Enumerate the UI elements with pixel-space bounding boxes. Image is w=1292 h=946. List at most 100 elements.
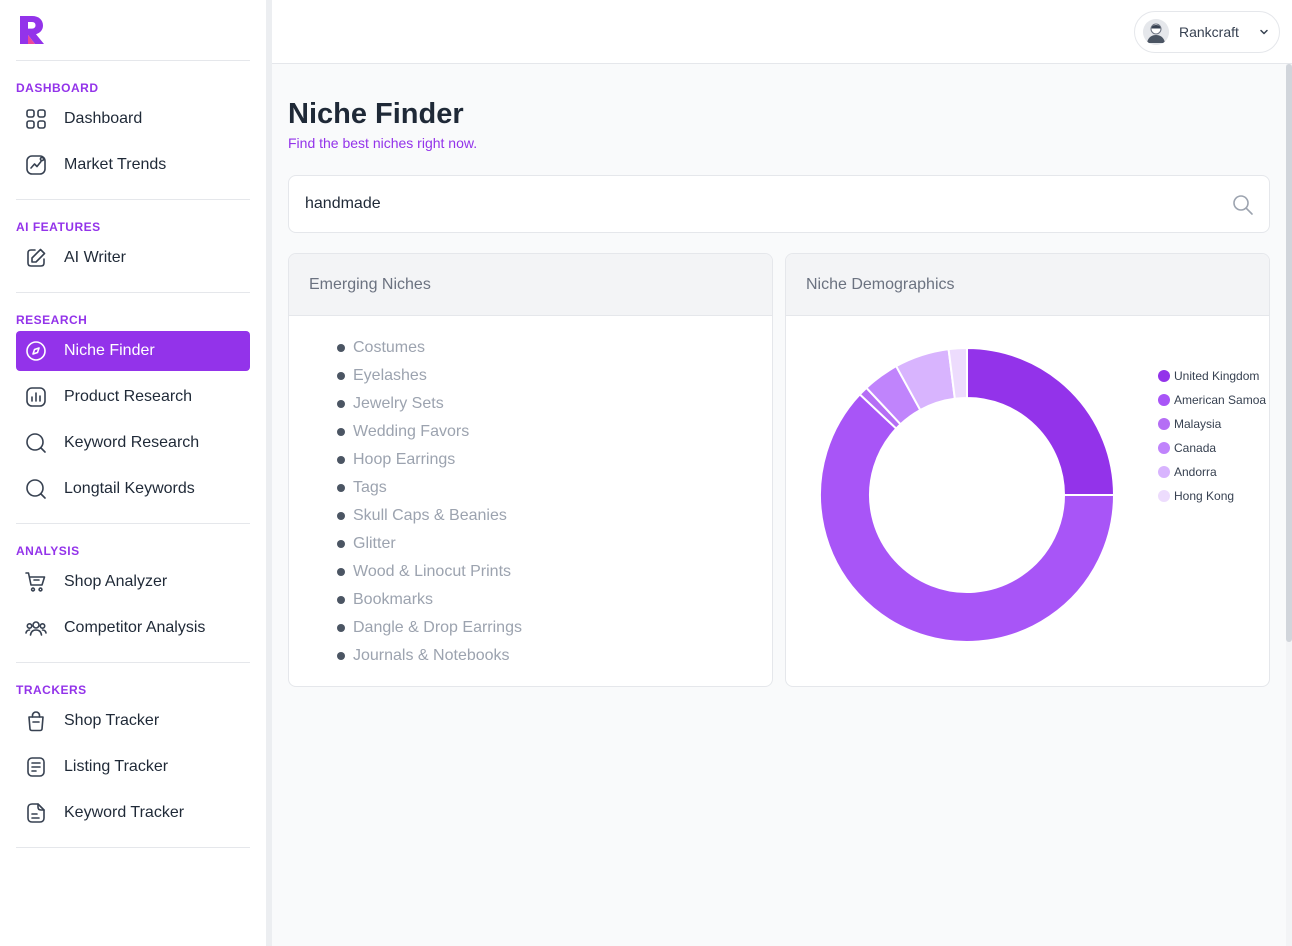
legend-item[interactable]: United Kingdom — [1158, 364, 1266, 388]
sidebar-item-niche-finder[interactable]: Niche Finder — [16, 331, 250, 371]
niche-list: Costumes Eyelashes Jewelry Sets Wedding Fav… — [289, 316, 772, 670]
chart-legend: United Kingdom American Samoa Malaysia Cana… — [1158, 364, 1266, 508]
legend-item[interactable]: Malaysia — [1158, 412, 1266, 436]
niche-list-item[interactable]: Bookmarks — [337, 586, 772, 614]
niche-list-item[interactable]: Wood & Linocut Prints — [337, 558, 772, 586]
niche-name: Journals & Notebooks — [353, 647, 510, 664]
bullet-icon — [337, 568, 345, 576]
rankcraft-logo-icon[interactable] — [19, 15, 45, 45]
sidebar-item-label: AI Writer — [64, 249, 126, 266]
legend-label: Hong Kong — [1174, 489, 1235, 503]
sidebar-item-longtail-keywords[interactable]: Longtail Keywords — [16, 469, 250, 509]
emerging-niches-card: Emerging Niches Costumes Eyelashes Jewelry… — [288, 253, 773, 687]
sidebar-item-ai-writer[interactable]: AI Writer — [16, 238, 250, 278]
users-icon — [24, 616, 48, 640]
legend-swatch — [1158, 394, 1170, 406]
legend-label: Malaysia — [1174, 417, 1222, 431]
card-title: Emerging Niches — [289, 254, 772, 316]
search-icon — [1233, 195, 1253, 215]
donut-chart — [819, 346, 1116, 643]
niche-name: Wedding Favors — [353, 423, 470, 440]
search-input[interactable] — [289, 176, 1209, 232]
trend-icon — [24, 153, 48, 177]
sidebar-item-label: Competitor Analysis — [64, 619, 206, 636]
sidebar-item-label: Niche Finder — [64, 342, 155, 359]
niche-list-item[interactable]: Eyelashes — [337, 362, 772, 390]
sidebar-item-label: Keyword Tracker — [64, 804, 185, 821]
bar-chart-icon — [24, 385, 48, 409]
main-content: Niche Finder Find the best niches right … — [272, 64, 1286, 946]
niche-name: Skull Caps & Beanies — [353, 507, 507, 524]
sidebar-item-listing-tracker[interactable]: Listing Tracker — [16, 747, 250, 787]
logo[interactable] — [16, 0, 250, 61]
search-icon — [24, 431, 48, 455]
user-avatar-icon — [1143, 19, 1169, 45]
sidebar-item-label: Keyword Research — [64, 434, 200, 451]
sidebar-section-title: DASHBOARD — [16, 81, 99, 95]
niche-list-item[interactable]: Tags — [337, 474, 772, 502]
legend-label: Andorra — [1174, 465, 1217, 479]
bullet-icon — [337, 372, 345, 380]
sidebar-section-trackers: TRACKERS Shop Tracker Listing Tracker Keywo… — [16, 663, 250, 848]
bullet-icon — [337, 512, 345, 520]
card-title: Niche Demographics — [786, 254, 1269, 316]
niche-list-item[interactable]: Costumes — [337, 334, 772, 362]
niche-list-item[interactable]: Glitter — [337, 530, 772, 558]
user-menu-button[interactable]: Rankcraft — [1134, 11, 1280, 53]
legend-item[interactable]: American Samoa — [1158, 388, 1266, 412]
niche-name: Tags — [353, 479, 387, 496]
bullet-icon — [337, 624, 345, 632]
page-title: Niche Finder — [288, 98, 464, 130]
sidebar-item-keyword-research[interactable]: Keyword Research — [16, 423, 250, 463]
legend-swatch — [1158, 466, 1170, 478]
sidebar-section-title: RESEARCH — [16, 313, 88, 327]
sidebar-item-label: Dashboard — [64, 110, 143, 127]
sidebar-item-dashboard[interactable]: Dashboard — [16, 99, 250, 139]
niche-name: Hoop Earrings — [353, 451, 456, 468]
sidebar-item-label: Listing Tracker — [64, 758, 169, 775]
sidebar-item-label: Shop Tracker — [64, 712, 160, 729]
scrollbar-thumb[interactable] — [1286, 64, 1292, 642]
niche-list-item[interactable]: Journals & Notebooks — [337, 642, 772, 670]
sidebar-section-research: RESEARCH Niche Finder Product Research Keyw… — [16, 293, 250, 524]
niche-list-item[interactable]: Jewelry Sets — [337, 390, 772, 418]
sidebar-item-label: Market Trends — [64, 156, 167, 173]
niche-list-item[interactable]: Skull Caps & Beanies — [337, 502, 772, 530]
sidebar-nav: DASHBOARD Dashboard Market Trends AI FEATUR… — [16, 61, 250, 848]
legend-item[interactable]: Andorra — [1158, 460, 1266, 484]
niche-list-item[interactable]: Hoop Earrings — [337, 446, 772, 474]
sidebar: DASHBOARD Dashboard Market Trends AI FEATUR… — [0, 0, 266, 946]
bullet-icon — [337, 652, 345, 660]
sidebar-item-shop-analyzer[interactable]: Shop Analyzer — [16, 562, 250, 602]
sidebar-section-title: ANALYSIS — [16, 544, 80, 558]
sidebar-item-shop-tracker[interactable]: Shop Tracker — [16, 701, 250, 741]
sidebar-item-market-trends[interactable]: Market Trends — [16, 145, 250, 185]
niche-name: Costumes — [353, 339, 426, 356]
cart-icon — [24, 570, 48, 594]
search-button[interactable] — [1231, 193, 1255, 217]
list-doc-icon — [24, 755, 48, 779]
niche-demographics-card: Niche Demographics United Kingdom America… — [785, 253, 1270, 687]
niche-list-item[interactable]: Wedding Favors — [337, 418, 772, 446]
search-icon — [24, 477, 48, 501]
sidebar-section-ai-features: AI FEATURES AI Writer — [16, 200, 250, 293]
sidebar-item-product-research[interactable]: Product Research — [16, 377, 250, 417]
sidebar-item-competitor-analysis[interactable]: Competitor Analysis — [16, 608, 250, 648]
sidebar-section-title: TRACKERS — [16, 683, 87, 697]
sidebar-item-keyword-tracker[interactable]: Keyword Tracker — [16, 793, 250, 833]
niche-name: Glitter — [353, 535, 396, 552]
avatar — [1143, 19, 1169, 45]
sidebar-section-analysis: ANALYSIS Shop Analyzer Competitor Analysis — [16, 524, 250, 663]
legend-item[interactable]: Hong Kong — [1158, 484, 1266, 508]
bullet-icon — [337, 596, 345, 604]
chevron-down-icon — [1260, 29, 1268, 35]
legend-swatch — [1158, 418, 1170, 430]
bullet-icon — [337, 344, 345, 352]
donut-slice-united-kingdom[interactable] — [966, 346, 1116, 496]
sidebar-item-label: Longtail Keywords — [64, 480, 195, 497]
topbar: Rankcraft — [272, 0, 1292, 64]
niche-list-item[interactable]: Dangle & Drop Earrings — [337, 614, 772, 642]
legend-item[interactable]: Canada — [1158, 436, 1266, 460]
bullet-icon — [337, 428, 345, 436]
niche-name: Bookmarks — [353, 591, 434, 608]
